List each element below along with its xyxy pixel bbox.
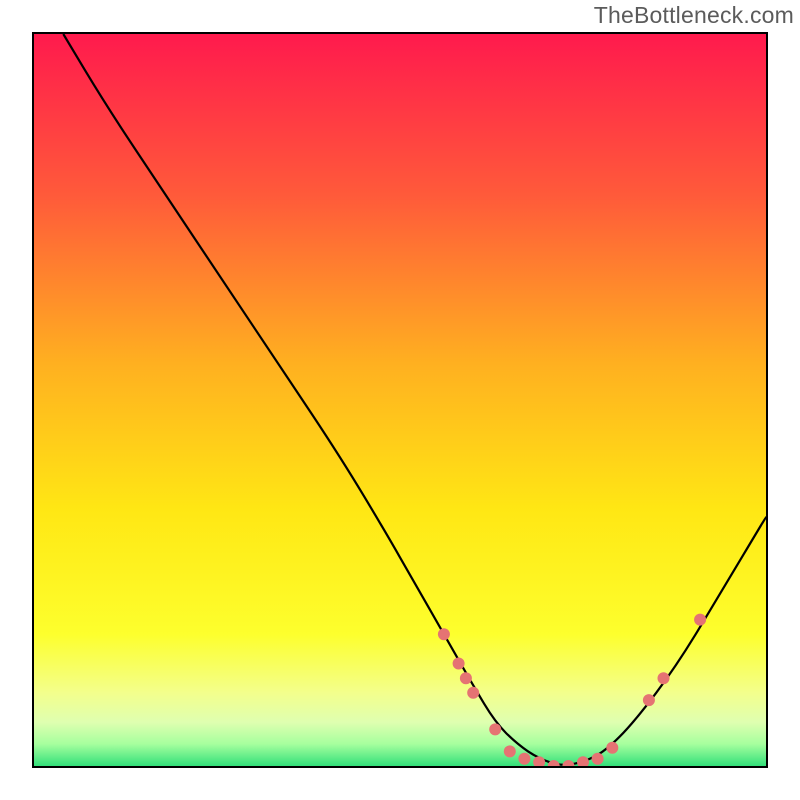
highlight-dot (548, 760, 560, 766)
plot-area (32, 32, 768, 768)
highlight-dots (438, 614, 706, 766)
highlight-dot (467, 687, 479, 699)
highlight-dot (694, 614, 706, 626)
highlight-dot (592, 753, 604, 765)
highlight-dot (606, 742, 618, 754)
highlight-dot (489, 723, 501, 735)
highlight-dot (577, 756, 589, 766)
bottleneck-curve (63, 34, 766, 765)
highlight-dot (643, 694, 655, 706)
highlight-dot (504, 745, 516, 757)
highlight-dot (438, 628, 450, 640)
highlight-dot (518, 753, 530, 765)
watermark-text: TheBottleneck.com (594, 2, 794, 29)
chart-frame: TheBottleneck.com (0, 0, 800, 800)
highlight-dot (533, 756, 545, 766)
highlight-dot (562, 760, 574, 766)
highlight-dot (453, 658, 465, 670)
curve-layer (34, 34, 766, 766)
highlight-dot (460, 672, 472, 684)
highlight-dot (658, 672, 670, 684)
